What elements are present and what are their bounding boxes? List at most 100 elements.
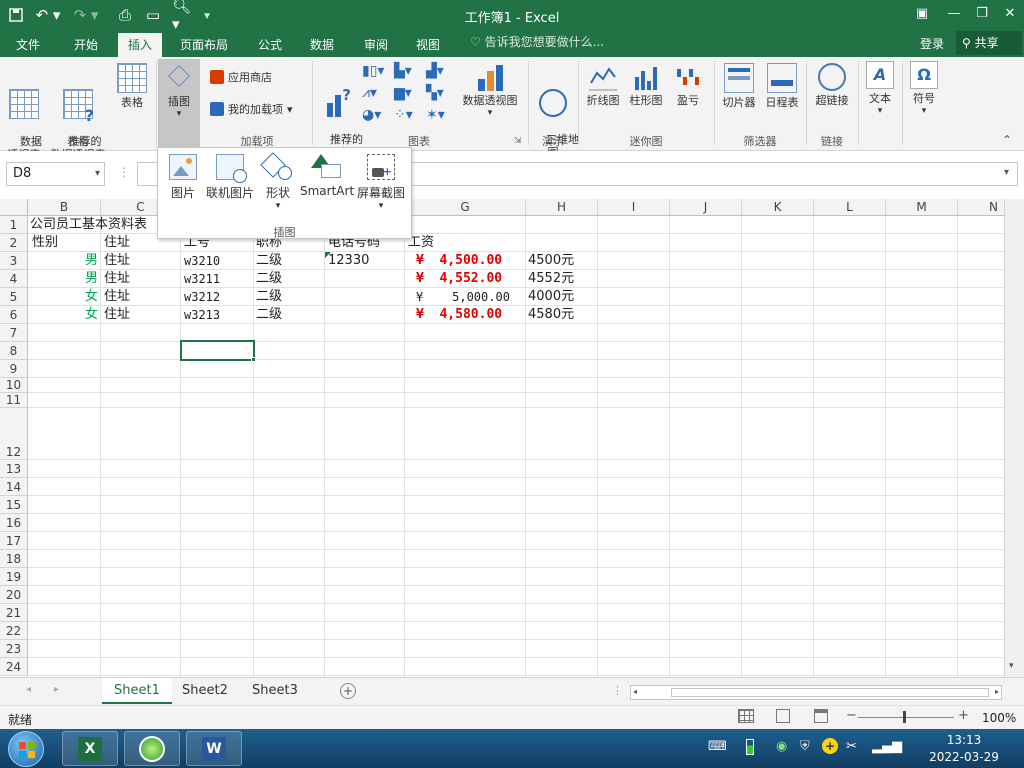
row-header[interactable]: 18 — [0, 550, 28, 568]
page-layout-view-icon[interactable] — [776, 709, 790, 723]
taskbar-word[interactable]: W — [186, 731, 242, 766]
tab-data[interactable]: 数据 — [300, 33, 344, 57]
tab-view[interactable]: 视图 — [406, 33, 450, 57]
zoom-slider-thumb[interactable] — [903, 711, 906, 723]
normal-view-icon[interactable] — [738, 709, 754, 723]
salary-cell[interactable]: ¥ 4,580.00 — [416, 306, 502, 324]
row-header[interactable]: 15 — [0, 496, 28, 514]
tab-formulas[interactable]: 公式 — [248, 33, 292, 57]
row-header[interactable]: 20 — [0, 586, 28, 604]
address-cell[interactable]: 住址 — [104, 252, 130, 270]
rank-cell[interactable]: 二级 — [256, 306, 282, 324]
sparkline-line-button[interactable]: 折线图 — [584, 63, 622, 107]
id-cell[interactable]: w3212 — [184, 288, 220, 306]
horizontal-scroll-thumb[interactable] — [671, 688, 989, 697]
row-header[interactable]: 13 — [0, 460, 28, 478]
gender-cell[interactable]: 男 — [28, 252, 98, 270]
column-header[interactable]: B — [28, 199, 101, 216]
rank-cell[interactable]: 二级 — [256, 270, 282, 288]
gender-cell[interactable]: 女 — [28, 288, 98, 306]
scatter-chart-icon[interactable]: ⁘▾ — [394, 107, 413, 123]
pie-chart-icon[interactable]: ◕▾ — [362, 107, 381, 123]
sheet-tab-sheet3[interactable]: Sheet3 — [240, 678, 310, 704]
prev-sheet-icon[interactable]: ◂ — [26, 684, 31, 695]
taskbar-excel[interactable]: X — [62, 731, 118, 766]
column-header[interactable]: K — [742, 199, 814, 216]
address-cell[interactable]: 住址 — [104, 270, 130, 288]
system-clock[interactable]: 13:13 2022-03-29 — [920, 732, 1008, 766]
tools-icon[interactable]: ✂ — [846, 739, 857, 754]
hierarchy-chart-icon[interactable]: ▙▾ — [394, 63, 412, 79]
column-header[interactable]: N — [958, 199, 1004, 216]
symbol-button[interactable]: Ω 符号 ▾ — [906, 61, 942, 118]
sync-icon[interactable]: ◉ — [776, 739, 787, 754]
minimize-button[interactable]: — — [940, 3, 968, 25]
horizontal-scrollbar[interactable]: ◂ ▸ — [630, 685, 1002, 700]
sparkline-winloss-button[interactable]: 盈亏 — [670, 63, 706, 107]
screenshot-button[interactable]: + 屏幕截图 ▾ — [354, 154, 408, 211]
row-header[interactable]: 17 — [0, 532, 28, 550]
page-break-view-icon[interactable] — [814, 709, 828, 723]
salary-cell[interactable]: ¥ 4,500.00 — [416, 252, 502, 270]
sheet-tab-sheet2[interactable]: Sheet2 — [170, 678, 240, 704]
text-button[interactable]: A 文本 ▾ — [862, 61, 898, 118]
smartart-button[interactable]: SmartArt — [300, 154, 354, 198]
row-header[interactable]: 9 — [0, 360, 28, 378]
add-sheet-icon[interactable]: + — [340, 683, 356, 699]
phone-cell[interactable]: 12330 — [328, 252, 369, 270]
row-header[interactable]: 24 — [0, 658, 28, 676]
start-button[interactable] — [8, 731, 44, 767]
plus-app-icon[interactable]: + — [822, 738, 838, 754]
tab-home[interactable]: 开始 — [64, 33, 108, 57]
statistic-chart-icon[interactable]: ▆▾ — [394, 85, 412, 101]
scroll-right-icon[interactable]: ▸ — [995, 687, 999, 696]
tab-file[interactable]: 文件 — [6, 33, 50, 57]
column-header[interactable]: H — [526, 199, 598, 216]
row-header[interactable]: 23 — [0, 640, 28, 658]
row-header[interactable]: 10 — [0, 378, 28, 393]
restore-button[interactable]: ❐ — [968, 3, 996, 25]
taskbar-browser[interactable] — [124, 731, 180, 766]
sparkline-column-button[interactable]: 柱形图 — [626, 63, 666, 107]
timeline-button[interactable]: 日程表 — [762, 63, 802, 109]
combo-chart-icon[interactable]: ▚▾ — [426, 85, 444, 101]
row-header[interactable]: 21 — [0, 604, 28, 622]
zoom-slider[interactable] — [858, 717, 954, 718]
sheet-title-cell[interactable]: 公司员工基本资料表 — [30, 216, 147, 234]
my-addins-button[interactable]: 我的加载项 ▾ — [210, 101, 293, 117]
pivot-chart-button[interactable]: 数据透视图 ▾ — [458, 63, 522, 120]
login-button[interactable]: 登录 — [920, 35, 944, 52]
header-cell[interactable]: 性别 — [32, 234, 58, 252]
row-header[interactable]: 8 — [0, 342, 28, 360]
id-cell[interactable]: w3211 — [184, 270, 220, 288]
collapse-ribbon-icon[interactable]: ⌃ — [1002, 133, 1012, 147]
rank-cell[interactable]: 二级 — [256, 252, 282, 270]
worksheet-grid[interactable]: B C D E F G H I J K L M N 1 2 3 4 5 6 7 … — [0, 199, 1004, 677]
row-header[interactable]: 16 — [0, 514, 28, 532]
gender-cell[interactable]: 男 — [28, 270, 98, 288]
row-header[interactable]: 4 — [0, 270, 28, 288]
header-cell[interactable]: 住址 — [104, 234, 130, 252]
shapes-button[interactable]: 形状 ▾ — [260, 152, 296, 211]
tab-review[interactable]: 审阅 — [354, 33, 398, 57]
next-sheet-icon[interactable]: ▸ — [54, 684, 59, 695]
hyperlink-button[interactable]: 超链接 — [810, 63, 854, 107]
volume-icon[interactable]: 🔈︎ — [898, 739, 906, 754]
fill-handle[interactable] — [251, 357, 256, 362]
active-cell-d8[interactable] — [180, 340, 255, 361]
waterfall-chart-icon[interactable]: ▟▾ — [426, 63, 444, 79]
h-value-cell[interactable]: 4552元 — [528, 270, 574, 288]
tab-insert[interactable]: 插入 — [118, 33, 163, 57]
row-header[interactable]: 6 — [0, 306, 28, 324]
salary-cell[interactable]: ¥ 4,552.00 — [416, 270, 502, 288]
address-cell[interactable]: 住址 — [104, 288, 130, 306]
salary-cell[interactable]: ¥ 5,000.00 — [416, 288, 510, 306]
row-header[interactable]: 5 — [0, 288, 28, 306]
close-button[interactable]: ✕ — [996, 3, 1024, 25]
column-header[interactable]: J — [670, 199, 742, 216]
battery-icon[interactable] — [746, 739, 754, 755]
h-value-cell[interactable]: 4000元 — [528, 288, 574, 306]
tell-me-box[interactable]: ♡ 告诉我您想要做什么... — [470, 33, 604, 50]
select-all-corner[interactable] — [0, 199, 28, 216]
keyboard-icon[interactable]: ⌨ — [708, 739, 727, 754]
